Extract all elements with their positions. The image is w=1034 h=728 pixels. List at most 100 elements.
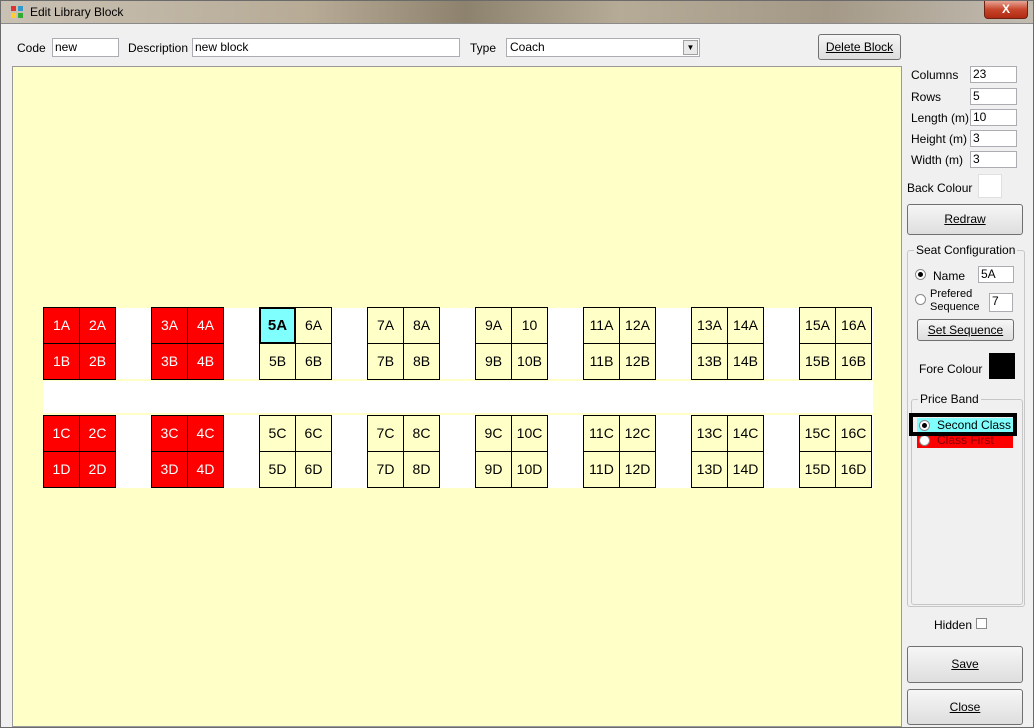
seat-8c[interactable]: 8C (403, 415, 440, 452)
seat-6c[interactable]: 6C (295, 415, 332, 452)
app-icon (11, 6, 23, 18)
seat-15a[interactable]: 15A (799, 307, 836, 344)
seat-16a[interactable]: 16A (835, 307, 872, 344)
length-field[interactable]: 10 (970, 109, 1017, 126)
seat-7a[interactable]: 7A (367, 307, 404, 344)
seat-8d[interactable]: 8D (403, 451, 440, 488)
price-band-group: Price Band Second Class Class First (909, 392, 1023, 605)
seat-5b[interactable]: 5B (259, 343, 296, 380)
seat-5a[interactable]: 5A (259, 307, 296, 344)
seat-8a[interactable]: 8A (403, 307, 440, 344)
seat-configuration-group: Seat Configuration Name 5A Prefered Sequ… (907, 243, 1025, 607)
seat-4b[interactable]: 4B (187, 343, 224, 380)
price-band-title: Price Band (918, 392, 981, 406)
edit-library-block-window: Edit Library Block X Code new Descriptio… (0, 0, 1034, 728)
back-colour-swatch[interactable] (978, 174, 1002, 198)
seat-3b[interactable]: 3B (151, 343, 188, 380)
seat-14c[interactable]: 14C (727, 415, 764, 452)
seat-1d[interactable]: 1D (43, 451, 80, 488)
seat-9d[interactable]: 9D (475, 451, 512, 488)
seat-5c[interactable]: 5C (259, 415, 296, 452)
seat-12d[interactable]: 12D (619, 451, 656, 488)
seat-1c[interactable]: 1C (43, 415, 80, 452)
hidden-checkbox[interactable] (976, 618, 987, 629)
seat-14b[interactable]: 14B (727, 343, 764, 380)
seat-11a[interactable]: 11A (583, 307, 620, 344)
seat-9b[interactable]: 9B (475, 343, 512, 380)
seat-2c[interactable]: 2C (79, 415, 116, 452)
seat-6d[interactable]: 6D (295, 451, 332, 488)
seat-2a[interactable]: 2A (79, 307, 116, 344)
redraw-button[interactable]: Redraw (907, 204, 1023, 235)
code-field[interactable]: new (52, 38, 119, 57)
seat-16d[interactable]: 16D (835, 451, 872, 488)
seat-14d[interactable]: 14D (727, 451, 764, 488)
seat-16c[interactable]: 16C (835, 415, 872, 452)
seat-6b[interactable]: 6B (295, 343, 332, 380)
seat-10c[interactable]: 10C (511, 415, 548, 452)
seat-8b[interactable]: 8B (403, 343, 440, 380)
seat-12a[interactable]: 12A (619, 307, 656, 344)
seat-15c[interactable]: 15C (799, 415, 836, 452)
seat-13a[interactable]: 13A (691, 307, 728, 344)
seat-1a[interactable]: 1A (43, 307, 80, 344)
seat-4c[interactable]: 4C (187, 415, 224, 452)
seat-2b[interactable]: 2B (79, 343, 116, 380)
seat-7b[interactable]: 7B (367, 343, 404, 380)
save-button[interactable]: Save (907, 646, 1023, 683)
seat-4d[interactable]: 4D (187, 451, 224, 488)
seat-12c[interactable]: 12C (619, 415, 656, 452)
seat-7c[interactable]: 7C (367, 415, 404, 452)
focus-highlight (909, 413, 1017, 436)
back-colour-label: Back Colour (907, 181, 973, 195)
seat-name-field[interactable]: 5A (978, 266, 1014, 283)
seat-16b[interactable]: 16B (835, 343, 872, 380)
seat-11c[interactable]: 11C (583, 415, 620, 452)
seat-10d[interactable]: 10D (511, 451, 548, 488)
seat-11d[interactable]: 11D (583, 451, 620, 488)
set-sequence-button[interactable]: Set Sequence (917, 319, 1014, 341)
close-button[interactable]: Close (907, 689, 1023, 725)
chevron-down-icon[interactable]: ▼ (683, 40, 698, 55)
rows-field[interactable]: 5 (970, 88, 1017, 105)
seat-10[interactable]: 10 (511, 307, 548, 344)
seat-3c[interactable]: 3C (151, 415, 188, 452)
seat-15b[interactable]: 15B (799, 343, 836, 380)
seat-9a[interactable]: 9A (475, 307, 512, 344)
type-select[interactable]: Coach ▼ (506, 38, 700, 57)
seat-7d[interactable]: 7D (367, 451, 404, 488)
price-band-option-class-first[interactable]: Class First (917, 433, 1013, 448)
sequence-field[interactable]: 7 (989, 293, 1013, 312)
name-radio[interactable] (915, 269, 926, 280)
seat-2d[interactable]: 2D (79, 451, 116, 488)
class-first-radio[interactable] (919, 435, 930, 446)
fore-colour-swatch[interactable] (989, 353, 1015, 379)
seat-3d[interactable]: 3D (151, 451, 188, 488)
seat-12b[interactable]: 12B (619, 343, 656, 380)
width-field[interactable]: 3 (970, 151, 1017, 168)
sequence-radio[interactable] (915, 294, 926, 305)
seat-13d[interactable]: 13D (691, 451, 728, 488)
seat-6a[interactable]: 6A (295, 307, 332, 344)
window-close-button[interactable]: X (984, 1, 1028, 19)
seat-11b[interactable]: 11B (583, 343, 620, 380)
seat-13b[interactable]: 13B (691, 343, 728, 380)
radio-dot-icon (918, 272, 923, 277)
delete-block-button[interactable]: Delete Block (818, 34, 901, 60)
seat-9c[interactable]: 9C (475, 415, 512, 452)
seat-5d[interactable]: 5D (259, 451, 296, 488)
name-label: Name (933, 269, 966, 283)
height-field[interactable]: 3 (970, 130, 1017, 147)
seat-14a[interactable]: 14A (727, 307, 764, 344)
columns-field[interactable]: 23 (970, 66, 1017, 83)
seat-10b[interactable]: 10B (511, 343, 548, 380)
seat-13c[interactable]: 13C (691, 415, 728, 452)
seat-3a[interactable]: 3A (151, 307, 188, 344)
description-field[interactable]: new block (192, 38, 460, 57)
type-label: Type (470, 41, 497, 55)
seat-15d[interactable]: 15D (799, 451, 836, 488)
seat-4a[interactable]: 4A (187, 307, 224, 344)
title-bar[interactable]: Edit Library Block X (1, 1, 1033, 24)
seat-map-canvas[interactable]: 1A 2A 3A 4A 5A 6A 7A 8A 9A 10 11A 12A 13A 14A 15A 16A 1B… (12, 66, 902, 727)
seat-1b[interactable]: 1B (43, 343, 80, 380)
